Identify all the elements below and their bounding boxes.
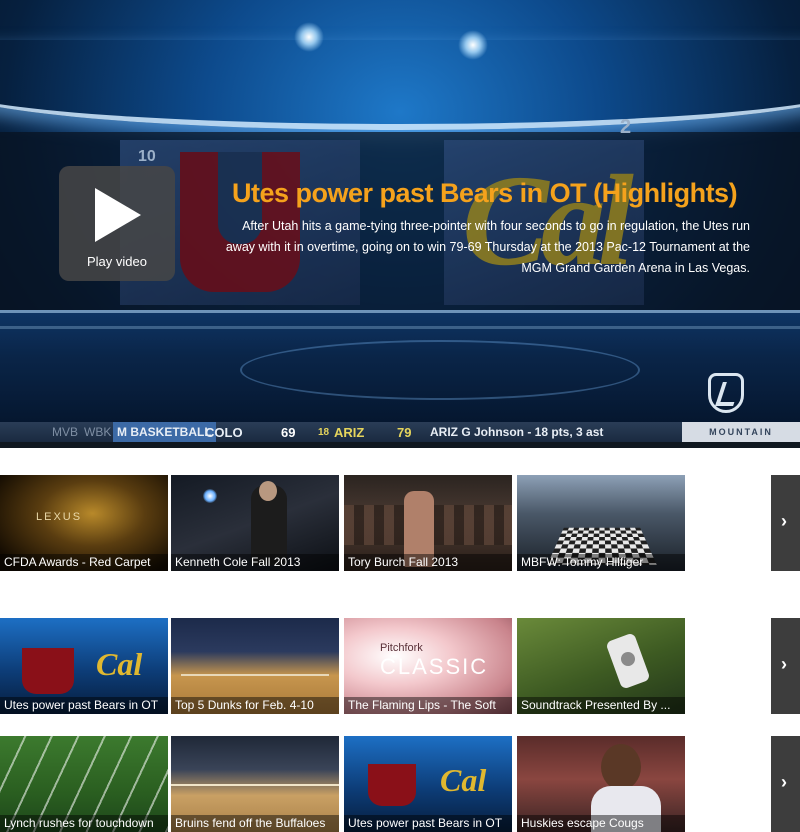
arena-light-ring — [0, 40, 800, 130]
thumbnail-caption: The Flaming Lips - The Soft — [344, 697, 512, 714]
arena-floor — [0, 310, 800, 425]
video-thumbnail[interactable]: Bruins fend off the Buffaloes — [171, 736, 339, 832]
play-video-label: Play video — [87, 254, 147, 269]
chevron-right-icon: › — [781, 654, 787, 674]
player-bottom-bar — [0, 442, 800, 448]
lexus-logo: LEXUS — [36, 511, 83, 523]
thumbnail-caption: Utes power past Bears in OT — [344, 815, 512, 832]
thumbnail-caption: Top 5 Dunks for Feb. 4-10 — [171, 697, 339, 714]
video-thumbnail[interactable]: Lynch rushes for touchdown — [0, 736, 168, 832]
classic-logo: CLASSIC — [380, 654, 489, 679]
thumbnail-caption: Utes power past Bears in OT — [0, 697, 168, 714]
arena-light-flare — [458, 30, 488, 60]
thumbnail-caption: Kenneth Cole Fall 2013 — [171, 554, 339, 571]
ticker-item: WBK — [84, 425, 112, 439]
row-next-button[interactable]: › — [771, 736, 800, 832]
seed-right: 2 — [620, 116, 632, 138]
video-title: Utes power past Bears in OT (Highlights) — [232, 178, 738, 208]
video-thumbnail[interactable]: Cal Utes power past Bears in OT — [0, 618, 168, 714]
ticker-score1: 69 — [281, 425, 296, 440]
score-ticker: MVB WBK M BASKETBALL COLO 69 18 ARIZ 79 … — [0, 422, 800, 442]
video-thumbnail[interactable]: Cal Utes power past Bears in OT — [344, 736, 512, 832]
chevron-right-icon: › — [781, 772, 787, 792]
thumbnail-caption: MBFW: Tommy Hilfiger — [517, 554, 685, 571]
video-row: Cal Utes power past Bears in OT Top 5 Du… — [0, 618, 800, 714]
video-row: Lynch rushes for touchdown Bruins fend o… — [0, 736, 800, 832]
seed-left: 10 — [138, 148, 156, 165]
video-thumbnail[interactable]: Top 5 Dunks for Feb. 4-10 — [171, 618, 339, 714]
video-description: After Utah hits a game-tying three-point… — [225, 219, 750, 275]
ticker-item: MVB — [52, 425, 79, 439]
video-thumbnail[interactable]: Pitchfork CLASSIC The Flaming Lips - The… — [344, 618, 512, 714]
video-row: LEXUS CFDA Awards - Red Carpet Kenneth C… — [0, 475, 800, 571]
video-thumbnail[interactable]: Kenneth Cole Fall 2013 — [171, 475, 339, 571]
ticker-team2-seed: 18 — [318, 427, 330, 438]
ticker-network: MOUNTAIN — [682, 422, 800, 442]
pac12-logo-icon — [708, 373, 744, 413]
video-thumbnail[interactable]: LEXUS CFDA Awards - Red Carpet — [0, 475, 168, 571]
row-next-button[interactable]: › — [771, 475, 800, 571]
row-next-button[interactable]: › — [771, 618, 800, 714]
chevron-right-icon: › — [781, 511, 787, 531]
video-thumbnail[interactable]: MBFW: Tommy Hilfiger — [517, 475, 685, 571]
thumbnail-caption: Soundtrack Presented By ... — [517, 697, 685, 714]
featured-video-player[interactable]: 10 Cal 2 Play video Utes power past Bear… — [0, 0, 800, 448]
thumbnail-caption: Tory Burch Fall 2013 — [344, 554, 512, 571]
video-thumbnail[interactable]: Tory Burch Fall 2013 — [344, 475, 512, 571]
ticker-team2: ARIZ — [334, 425, 365, 440]
thumbnail-caption: CFDA Awards - Red Carpet — [0, 554, 168, 571]
arena-light-flare — [294, 22, 324, 52]
play-icon — [95, 188, 141, 242]
ticker-team1: COLO — [205, 425, 243, 440]
video-thumbnail[interactable]: Soundtrack Presented By ... — [517, 618, 685, 714]
ticker-score2: 79 — [397, 425, 412, 440]
ticker-stat: ARIZ G Johnson - 18 pts, 3 ast — [430, 425, 604, 439]
thumbnail-caption: Bruins fend off the Buffaloes — [171, 815, 339, 832]
thumbnail-caption: Huskies escape Cougs — [517, 815, 685, 832]
thumbnail-caption: Lynch rushes for touchdown — [0, 815, 168, 832]
pitchfork-logo: Pitchfork — [380, 642, 423, 654]
video-thumbnail[interactable]: Huskies escape Cougs — [517, 736, 685, 832]
ticker-league: M BASKETBALL — [113, 422, 216, 442]
play-video-button[interactable]: Play video — [59, 166, 175, 281]
